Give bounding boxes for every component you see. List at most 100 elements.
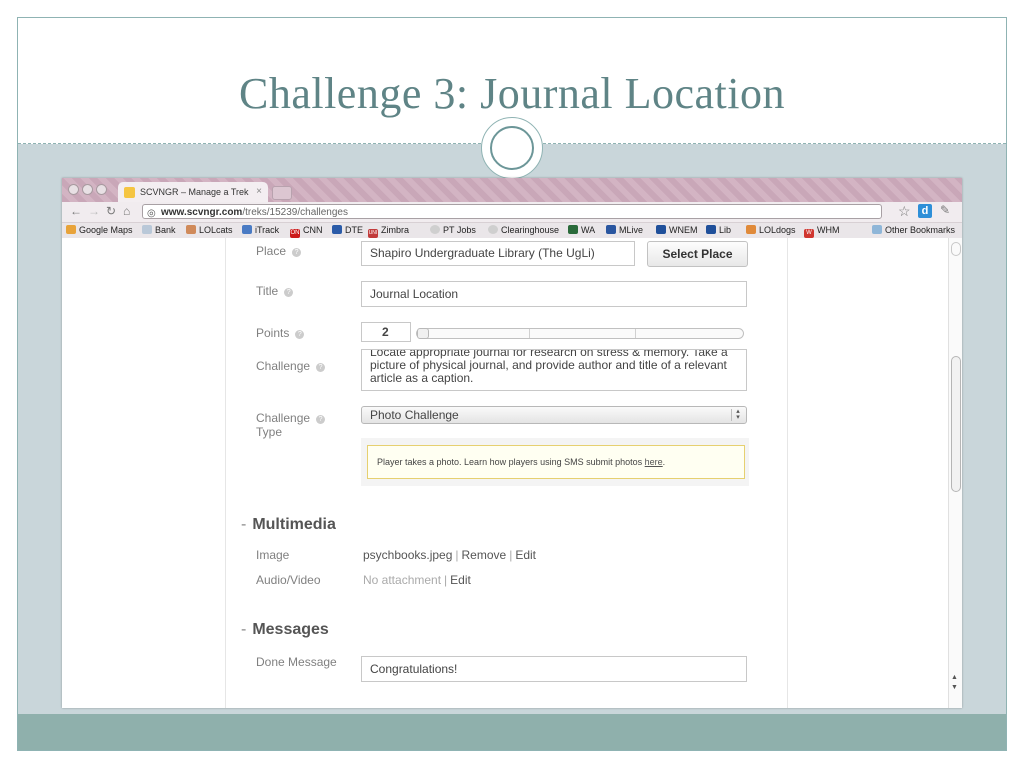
place-field[interactable]: Shapiro Undergraduate Library (The UgLi) [361, 241, 635, 266]
wnem-icon [656, 225, 666, 234]
folder-icon [872, 225, 882, 234]
globe-icon: ◎ [147, 208, 156, 219]
bookmark-wnem[interactable]: WNEM [656, 225, 698, 235]
tab-title: SCVNGR – Manage a Trek [140, 187, 249, 197]
points-label: Points? [256, 326, 305, 340]
slider-tick [529, 329, 530, 338]
clearinghouse-icon [488, 225, 498, 234]
bookmark-itrack[interactable]: iTrack [242, 225, 279, 235]
bookmark-cnn[interactable]: ON CNN [290, 225, 323, 238]
audio-video-label: Audio/Video [256, 573, 321, 587]
title-label: Title? [256, 284, 294, 298]
slider-tick [635, 329, 636, 338]
image-filename[interactable]: psychbooks.jpeg [363, 548, 452, 562]
url-host: www.scvngr.com [161, 207, 243, 218]
url-path: /treks/15239/challenges [242, 207, 348, 218]
place-label: Place? [256, 244, 302, 258]
points-field[interactable]: 2 [361, 322, 411, 342]
info-box: Player takes a photo. Learn how players … [367, 445, 745, 479]
zimbra-icon: UNI [368, 229, 378, 238]
edit-audio-link[interactable]: Edit [450, 573, 471, 587]
edit-image-link[interactable]: Edit [515, 548, 536, 562]
done-message-field[interactable]: Congratulations! [361, 656, 747, 682]
bookmark-google-maps[interactable]: Google Maps [66, 225, 133, 235]
challenge-text: Locate appropriate journal for research … [370, 349, 728, 385]
image-label: Image [256, 548, 290, 562]
dte-icon [332, 225, 342, 234]
pt-jobs-icon [430, 225, 440, 234]
scvngr-favicon-icon [124, 187, 135, 198]
bookmark-wa[interactable]: WA [568, 225, 595, 235]
forward-arrow-icon[interactable]: → [88, 204, 100, 218]
bookmark-whm[interactable]: W WHM [804, 225, 840, 238]
points-slider[interactable] [416, 328, 744, 339]
audio-attachment: No attachment | Edit [363, 573, 471, 587]
mlive-icon [606, 225, 616, 234]
loldogs-icon [746, 225, 756, 234]
title-field[interactable]: Journal Location [361, 281, 747, 307]
close-window-button[interactable] [68, 184, 79, 195]
bookmark-loldogs[interactable]: LOLdogs [746, 225, 796, 235]
slider-handle[interactable] [417, 328, 429, 339]
home-icon[interactable]: ⌂ [123, 204, 130, 218]
address-bar[interactable]: ◎ www.scvngr.com/treks/15239/challenges [142, 204, 882, 219]
help-icon[interactable]: ? [284, 288, 294, 297]
scroll-up-arrow-icon[interactable]: ▲ [951, 674, 958, 681]
zoom-window-button[interactable] [96, 184, 107, 195]
wa-icon [568, 225, 578, 234]
ring-ornament [481, 117, 543, 179]
sms-help-link[interactable]: here [645, 457, 663, 467]
cnn-icon: ON [290, 229, 300, 238]
multimedia-heading: - Multimedia [241, 516, 336, 533]
content-column-left-border [225, 238, 226, 708]
ring-inner [490, 126, 534, 170]
help-icon[interactable]: ? [295, 330, 305, 339]
page-scrollbar[interactable]: ▲ ▼ [948, 238, 962, 708]
remove-image-link[interactable]: Remove [462, 548, 507, 562]
content-column-right-border [787, 238, 788, 708]
challenge-type-select[interactable]: Photo Challenge ▴ ▾ [361, 406, 747, 424]
tab-bar: SCVNGR – Manage a Trek × [62, 178, 962, 202]
no-attachment-text: No attachment [363, 573, 442, 587]
challenge-textarea[interactable]: Locate appropriate journal for research … [361, 349, 747, 391]
scroll-down-arrow-icon[interactable]: ▼ [951, 684, 958, 691]
lolcats-icon [186, 225, 196, 234]
scrollbar-top-cap [951, 242, 961, 256]
messages-heading: - Messages [241, 621, 329, 638]
bookmark-clearinghouse[interactable]: Clearinghouse [488, 225, 559, 235]
bookmark-lib[interactable]: Lib [706, 225, 731, 235]
select-arrows-icon: ▴ ▾ [731, 408, 744, 421]
delicious-extension-icon[interactable]: d [918, 204, 932, 218]
tab-scvngr[interactable]: SCVNGR – Manage a Trek × [118, 182, 268, 202]
page-content: Place? Shapiro Undergraduate Library (Th… [62, 238, 962, 708]
bookmark-dte[interactable]: DTE [332, 225, 363, 235]
new-tab-button[interactable] [272, 186, 292, 200]
help-icon[interactable]: ? [316, 415, 326, 424]
challenge-label: Challenge? [256, 359, 326, 373]
itrack-icon [242, 225, 252, 234]
browser-toolbar: ← → ↻ ⌂ ◎ www.scvngr.com/treks/15239/cha… [62, 202, 962, 223]
bookmark-lolcats[interactable]: LOLcats [186, 225, 233, 235]
bookmark-bank[interactable]: Bank [142, 225, 176, 235]
help-icon[interactable]: ? [292, 248, 302, 257]
bookmark-mlive[interactable]: MLive [606, 225, 643, 235]
image-attachment: psychbooks.jpeg | Remove | Edit [363, 548, 537, 562]
challenge-type-label: Challenge? Type [256, 411, 326, 439]
bookmark-zimbra[interactable]: UNI Zimbra [368, 225, 409, 238]
bookmark-pt-jobs[interactable]: PT Jobs [430, 225, 476, 235]
bookmark-other[interactable]: Other Bookmarks [872, 225, 955, 235]
reload-icon[interactable]: ↻ [106, 204, 116, 218]
done-message-label: Done Message [256, 655, 337, 669]
browser-window: SCVNGR – Manage a Trek × ← → ↻ ⌂ ◎ www.s… [62, 178, 962, 708]
tab-close-icon[interactable]: × [256, 182, 262, 202]
scrollbar-thumb[interactable] [951, 356, 961, 492]
footer-bar [18, 714, 1006, 750]
back-arrow-icon[interactable]: ← [70, 204, 82, 218]
select-place-button[interactable]: Select Place [647, 241, 748, 267]
minimize-window-button[interactable] [82, 184, 93, 195]
bookmark-star-icon[interactable]: ☆ [898, 203, 911, 220]
wrench-menu-icon[interactable]: ✎ [940, 203, 950, 217]
whm-icon: W [804, 229, 814, 238]
help-icon[interactable]: ? [316, 363, 326, 372]
bank-icon [142, 225, 152, 234]
